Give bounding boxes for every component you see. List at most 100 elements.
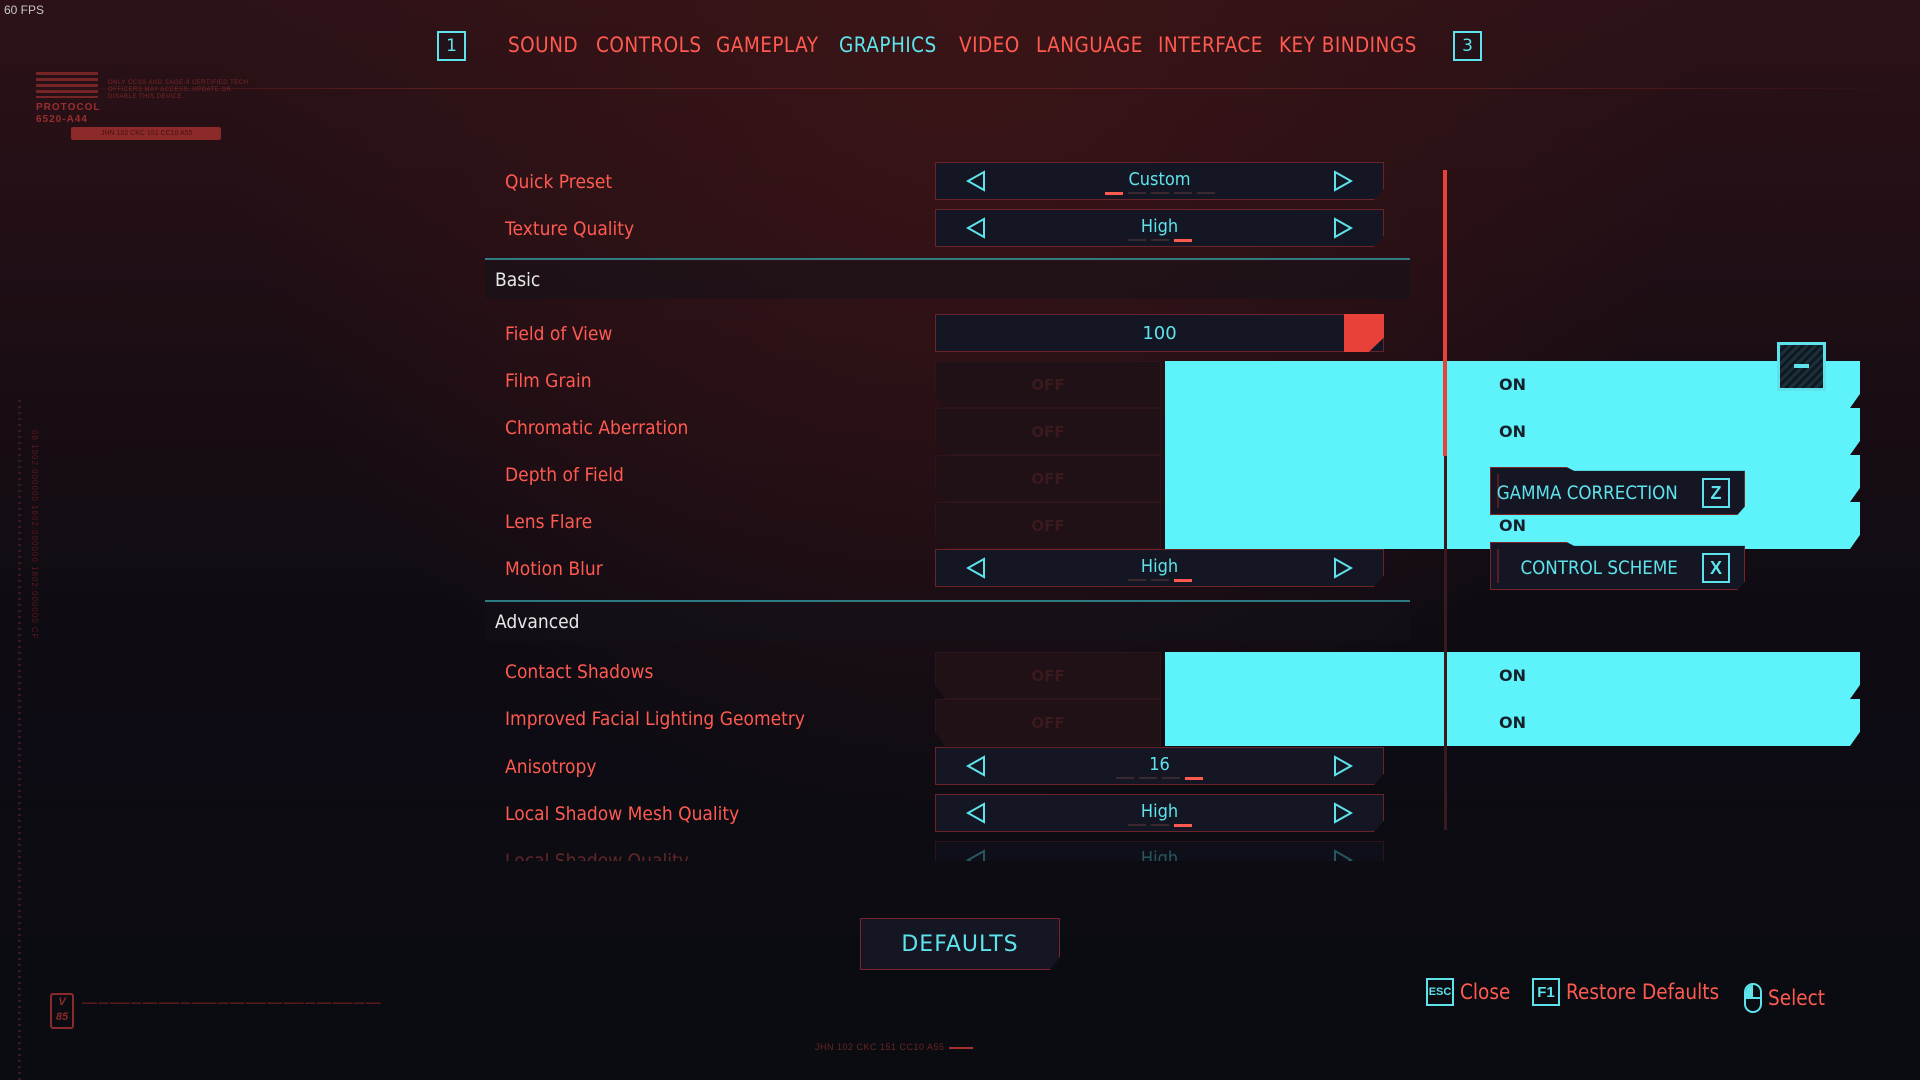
option-dots — [936, 777, 1383, 780]
toggle-off-option[interactable]: OFF — [935, 408, 1161, 455]
section-title: Advanced — [495, 611, 580, 633]
toggle-on-option[interactable]: ON — [1165, 408, 1860, 455]
option-dot-active — [1174, 239, 1192, 242]
control-scheme-button[interactable]: CONTROL SCHEME X — [1490, 542, 1745, 590]
toggle-off-option[interactable]: OFF — [935, 455, 1161, 502]
selector-value: High — [1140, 216, 1179, 237]
option-dots — [936, 239, 1383, 242]
film-grain-toggle[interactable]: OFF ON — [935, 361, 1860, 408]
tab-key-bindings[interactable]: KEY BINDINGS — [1279, 33, 1417, 57]
list-fade-clip: Local Shadow Quality High — [0, 837, 1920, 861]
key-hint-z: Z — [1702, 478, 1730, 508]
hint-select[interactable]: Select — [1744, 983, 1833, 1013]
toggle-off-option[interactable]: OFF — [935, 699, 1161, 746]
protocol-title: PROTOCOL 6520-A44 — [36, 102, 101, 125]
arrow-right-icon[interactable] — [1333, 849, 1353, 861]
setting-motion-blur: Motion Blur High — [485, 545, 1410, 592]
local-shadow-mesh-quality-selector[interactable]: High — [935, 794, 1384, 832]
setting-chromatic-aberration: Chromatic Aberration OFF ON — [485, 404, 1410, 455]
setting-label: Lens Flare — [505, 510, 593, 533]
toggle-on-option[interactable]: ON — [1165, 699, 1860, 746]
option-dot — [1128, 824, 1146, 826]
chromatic-aberration-toggle[interactable]: OFF ON — [935, 408, 1860, 455]
setting-quick-preset: Quick Preset Custom — [485, 158, 1410, 205]
minus-glyph — [1794, 364, 1809, 368]
setting-label: Depth of Field — [505, 463, 624, 486]
next-tab-key[interactable]: 3 — [1453, 31, 1482, 61]
toggle-off-option[interactable]: OFF — [935, 361, 1161, 408]
f1-key-icon: F1 — [1532, 978, 1560, 1006]
tab-gameplay[interactable]: GAMEPLAY — [716, 33, 818, 57]
motion-blur-selector[interactable]: High — [935, 549, 1384, 587]
texture-quality-selector[interactable]: High — [935, 209, 1384, 247]
option-dot — [1139, 777, 1157, 779]
local-shadow-quality-selector[interactable]: High — [935, 841, 1384, 861]
section-divider — [485, 600, 1410, 602]
field-of-view-slider[interactable]: 100 — [935, 314, 1384, 352]
fps-counter: 60 FPS — [4, 3, 45, 17]
quick-preset-selector[interactable]: Custom — [935, 162, 1384, 200]
button-label: GAMMA CORRECTION — [1496, 482, 1678, 504]
arrow-right-icon[interactable] — [1333, 802, 1353, 824]
tab-controls[interactable]: CONTROLS — [596, 33, 702, 57]
tab-language[interactable]: LANGUAGE — [1036, 33, 1143, 57]
esc-key-icon: ESC — [1426, 978, 1454, 1006]
tab-interface[interactable]: INTERFACE — [1158, 33, 1263, 57]
section-advanced-header: Advanced — [485, 603, 1410, 641]
tab-sound[interactable]: SOUND — [508, 33, 578, 57]
defaults-button[interactable]: DEFAULTS — [860, 918, 1060, 970]
tab-bar: 1 SOUND CONTROLS GAMEPLAY GRAPHICS VIDEO… — [0, 28, 1920, 68]
decor-dot-column — [18, 400, 21, 1080]
key-hint-x: X — [1702, 553, 1730, 583]
setting-film-grain: Film Grain OFF ON — [485, 357, 1410, 408]
improved-facial-lighting-toggle[interactable]: OFF ON — [935, 699, 1860, 746]
hint-label: Close — [1460, 980, 1511, 1004]
selector-value: High — [1140, 556, 1179, 577]
section-title: Basic — [495, 269, 541, 291]
setting-contact-shadows: Contact Shadows OFF ON — [485, 648, 1410, 699]
toggle-on-option[interactable]: ON — [1165, 652, 1860, 699]
option-dot-active — [1105, 192, 1123, 195]
option-dots — [936, 579, 1383, 582]
toggle-off-option[interactable]: OFF — [935, 652, 1161, 699]
setting-texture-quality: Texture Quality High — [485, 205, 1410, 252]
setting-local-shadow-quality: Local Shadow Quality High — [485, 837, 1410, 861]
arrow-right-icon[interactable] — [1333, 557, 1353, 579]
option-dot-active — [1174, 824, 1192, 827]
fine-print-decor: ▬▬▬ ▬▬ ▬▬▬▬ ▬▬ ▬▬▬ ▬▬▬▬ ▬▬ ▬▬▬▬▬ ▬▬ ▬▬▬ … — [82, 1000, 381, 1006]
arrow-right-icon[interactable] — [1333, 755, 1353, 777]
protocol-logo — [36, 72, 98, 98]
setting-depth-of-field: Depth of Field OFF ON — [485, 451, 1410, 502]
button-label: CONTROL SCHEME — [1520, 557, 1678, 579]
setting-label: Local Shadow Mesh Quality — [505, 802, 740, 825]
protocol-badge: JHN 102 CKC 151 CC10 A55 — [71, 127, 221, 140]
setting-label: Motion Blur — [505, 557, 603, 580]
setting-label: Texture Quality — [505, 217, 635, 240]
hint-restore-defaults[interactable]: F1 Restore Defaults — [1532, 978, 1740, 1006]
tab-video[interactable]: VIDEO — [959, 33, 1020, 57]
section-divider — [485, 258, 1410, 260]
toggle-off-option[interactable]: OFF — [935, 502, 1161, 549]
setting-local-shadow-mesh-quality: Local Shadow Mesh Quality High — [485, 790, 1410, 837]
option-dot — [1151, 239, 1169, 241]
arrow-right-icon[interactable] — [1333, 217, 1353, 239]
anisotropy-selector[interactable]: 16 — [935, 747, 1384, 785]
selector-value: High — [1140, 801, 1179, 822]
hint-close[interactable]: ESC Close — [1426, 978, 1517, 1006]
option-dot-active — [1174, 579, 1192, 582]
hint-label: Select — [1768, 986, 1826, 1010]
tab-graphics[interactable]: GRAPHICS — [839, 33, 937, 57]
prev-tab-key[interactable]: 1 — [437, 31, 466, 61]
option-dot — [1197, 192, 1215, 194]
toggle-on-option[interactable]: ON — [1165, 361, 1860, 408]
contact-shadows-toggle[interactable]: OFF ON — [935, 652, 1860, 699]
scrollbar-thumb[interactable] — [1443, 170, 1447, 456]
arrow-right-icon[interactable] — [1333, 170, 1353, 192]
setting-label: Chromatic Aberration — [505, 416, 689, 439]
setting-label: Improved Facial Lighting Geometry — [505, 707, 805, 730]
setting-lens-flare: Lens Flare OFF ON — [485, 498, 1410, 549]
gamma-correction-button[interactable]: GAMMA CORRECTION Z — [1490, 467, 1745, 515]
collapse-icon[interactable] — [1777, 342, 1826, 391]
slider-handle[interactable] — [1344, 314, 1384, 352]
option-dot-active — [1185, 777, 1203, 780]
